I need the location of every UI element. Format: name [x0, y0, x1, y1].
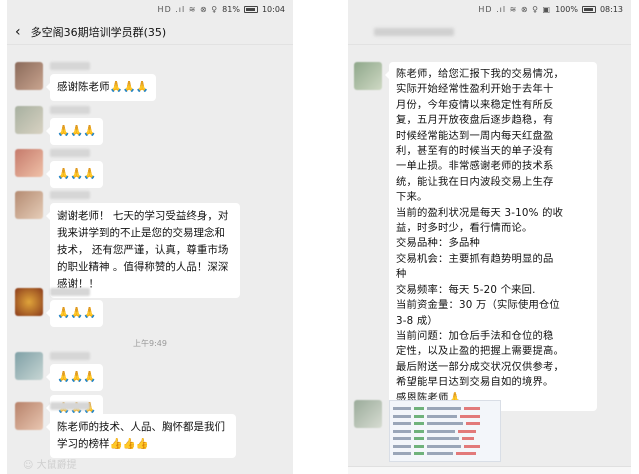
- message-bubble[interactable]: 谢谢老师！ 七天的学习受益终身，对我来讲学到的不止是您的交易理念和技术， 还有您…: [46, 203, 240, 298]
- avatar[interactable]: [15, 149, 43, 177]
- message-line: 当前资金量：30 万（实际使用仓位: [396, 299, 560, 312]
- message-bubble[interactable]: 🙏🙏🙏: [45, 118, 104, 145]
- avatar[interactable]: [15, 191, 43, 219]
- avatar[interactable]: [15, 288, 43, 316]
- signal-icon: HD .ıl ≋ ⊗ ♀ ▣: [478, 5, 552, 14]
- message-line: 交易频率：每天 5-20 个来回.: [396, 283, 536, 296]
- message-line: 定性，以及止盈的把握上需要提高。: [396, 345, 564, 358]
- time-divider: 上午9:49: [133, 339, 167, 348]
- message-line: 复，五月开放夜盘后逐步趋稳，有: [396, 114, 554, 127]
- message-line: 时候经常能达到一周内每天红盘盈: [396, 129, 554, 142]
- message-bubble[interactable]: 🙏🙏🙏: [45, 364, 104, 391]
- trade-record-image[interactable]: [389, 400, 501, 462]
- battery-percent: 100%: [555, 5, 578, 14]
- avatar[interactable]: [354, 62, 382, 90]
- message-line: 实际开始经常性盈利开始于去年十: [396, 83, 554, 96]
- message: 谢谢老师！ 七天的学习受益终身，对我来讲学到的不止是您的交易理念和技术， 还有您…: [15, 191, 240, 298]
- message-line: 下来。: [396, 191, 428, 204]
- message: 陈老师的技术、人品、胸怀都是我们学习的榜样👍👍👍: [15, 402, 236, 458]
- chat-header: [348, 19, 631, 45]
- message-bubble[interactable]: 🙏🙏🙏: [45, 161, 104, 188]
- sender-name: [50, 191, 90, 199]
- avatar[interactable]: [15, 352, 43, 380]
- message-line: 交易机会：主要抓有趋势明显的品: [396, 252, 554, 265]
- message: [354, 400, 501, 462]
- battery-percent: 81%: [222, 5, 240, 14]
- message-line: 益，时多时少，看行情而论。: [396, 222, 533, 235]
- chat-header: ‹ 多空阁36期培训学员群(35): [7, 19, 293, 45]
- chat-title-redacted: [374, 27, 454, 36]
- signal-icon: HD .ıl ≋ ⊗ ♀: [157, 5, 219, 14]
- message-line: 当前问题：加仓后手法和仓位的稳: [396, 329, 554, 342]
- clock: 08:13: [599, 5, 623, 14]
- message-line: 3-8 成）: [396, 314, 438, 327]
- sender-name: [50, 352, 90, 360]
- battery-icon: [581, 6, 596, 13]
- avatar[interactable]: [354, 400, 382, 428]
- message-line: 统，能让我在日内波段交易上生存: [396, 175, 554, 188]
- message-line: 一单止损。非常感谢老师的技术系: [396, 160, 554, 173]
- sender-name: [50, 402, 90, 410]
- watermark: ☺ 大鼠爵提: [23, 460, 77, 471]
- clock: 10:04: [261, 5, 285, 14]
- sender-name: [50, 149, 90, 157]
- message: 🙏🙏🙏: [15, 106, 104, 145]
- chat-title: 多空阁36期培训学员群(35): [30, 25, 167, 39]
- sender-name: [50, 62, 90, 70]
- message-bubble[interactable]: 陈老师的技术、人品、胸怀都是我们学习的榜样👍👍👍: [46, 414, 236, 458]
- message: 🙏🙏🙏: [15, 149, 104, 188]
- status-bar: HD .ıl ≋ ⊗ ♀ ▣ 100% 08:13: [348, 0, 631, 19]
- message-line: 利，甚至有的时候当天的单子没有: [396, 145, 554, 158]
- message: 🙏🙏🙏: [15, 352, 104, 395]
- chat-screen-right: HD .ıl ≋ ⊗ ♀ ▣ 100% 08:13 陈老师，给您汇报下我的交易情…: [348, 0, 631, 474]
- message-line: 陈老师，给您汇报下我的交易情况，: [396, 68, 564, 80]
- sender-name: [50, 106, 90, 114]
- avatar[interactable]: [15, 62, 43, 90]
- avatar[interactable]: [15, 402, 43, 430]
- chat-screen-left: HD .ıl ≋ ⊗ ♀ 81% 10:04 ‹ 多空阁36期培训学员群(35)…: [7, 0, 293, 474]
- sender-name: [50, 288, 90, 296]
- message-line: 月份，今年疫情以来稳定性有所反: [396, 98, 554, 111]
- message-line: 希望能早日达到交易自如的境界。: [396, 376, 554, 389]
- message-bubble[interactable]: 感谢陈老师🙏🙏🙏: [46, 74, 156, 101]
- message: 陈老师，给您汇报下我的交易情况， 实际开始经常性盈利开始于去年十 月份，今年疫情…: [354, 62, 597, 411]
- status-bar: HD .ıl ≋ ⊗ ♀ 81% 10:04: [7, 0, 293, 19]
- avatar[interactable]: [15, 106, 43, 134]
- back-icon[interactable]: ‹: [15, 24, 21, 40]
- message-line: 当前的盈利状况是每天 3-10% 的收: [396, 206, 564, 219]
- message: 感谢陈老师🙏🙏🙏: [15, 62, 156, 101]
- battery-icon: [243, 6, 258, 13]
- message: 🙏🙏🙏: [15, 288, 104, 327]
- message-line: 交易品种：多品种: [396, 237, 480, 250]
- message-line: 种: [396, 268, 407, 281]
- message-line: 最后附送一部分成交状况仅供参考，: [396, 360, 564, 373]
- bottom-bar: [348, 466, 631, 474]
- message-bubble[interactable]: 陈老师，给您汇报下我的交易情况， 实际开始经常性盈利开始于去年十 月份，今年疫情…: [385, 62, 597, 411]
- message-bubble[interactable]: 🙏🙏🙏: [45, 300, 104, 327]
